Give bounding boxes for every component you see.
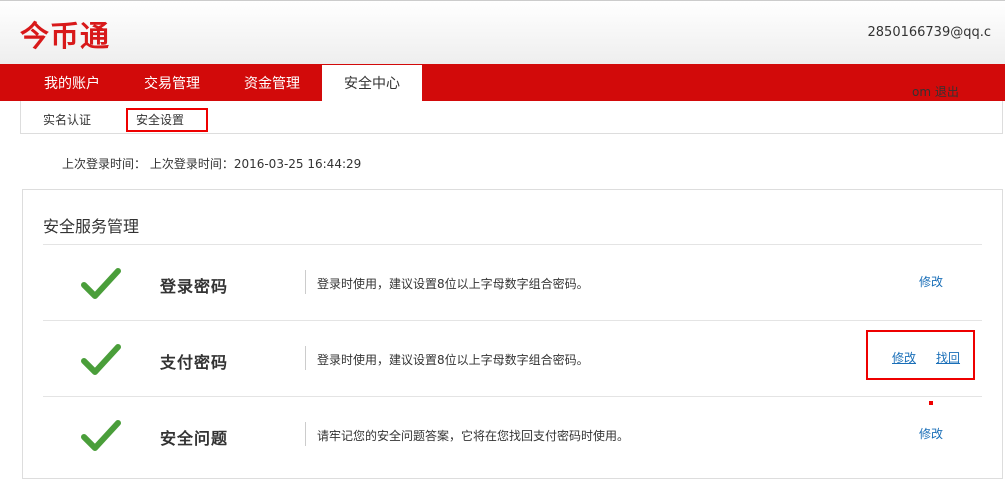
row-title: 安全问题 [160, 429, 229, 448]
row-divider [305, 270, 306, 294]
row-title: 登录密码 [160, 277, 229, 296]
modify-login-password-link[interactable]: 修改 [919, 273, 943, 290]
user-email[interactable]: 2850166739@qq.c [868, 25, 992, 40]
row-description: 登录时使用，建议设置8位以上字母数字组合密码。 [317, 277, 589, 291]
tab-security-center[interactable]: 安全中心 [322, 65, 422, 101]
annotation-box-payment-actions [866, 330, 975, 380]
modify-security-question-link[interactable]: 修改 [919, 425, 943, 442]
panel-title: 安全服务管理 [43, 217, 140, 236]
row-title: 支付密码 [160, 353, 229, 372]
security-row-security-question: 安全问题 请牢记您的安全问题答案，它将在您找回支付密码时使用。 修改 [43, 396, 982, 473]
row-divider [305, 422, 306, 446]
check-icon [81, 267, 121, 305]
row-description: 请牢记您的安全问题答案，它将在您找回支付密码时使用。 [317, 429, 630, 443]
row-divider [305, 346, 306, 370]
annotation-dot [929, 401, 933, 405]
row-description: 登录时使用，建议设置8位以上字母数字组合密码。 [317, 353, 589, 367]
main-nav: 我的账户 交易管理 资金管理 安全中心 [0, 64, 1005, 101]
security-row-payment-password: 支付密码 登录时使用，建议设置8位以上字母数字组合密码。 修改 找回 [43, 320, 982, 397]
tab-my-account[interactable]: 我的账户 [22, 64, 122, 101]
security-management-panel: 安全服务管理 登录密码 登录时使用，建议设置8位以上字母数字组合密码。 修改 支… [22, 189, 1003, 479]
subnav-real-name-verification[interactable]: 实名认证 [43, 111, 91, 128]
annotation-box-security-settings [126, 108, 208, 132]
top-header: 今币通 2850166739@qq.c [0, 0, 1005, 64]
brand-logo[interactable]: 今币通 [20, 13, 110, 55]
check-icon [81, 419, 121, 457]
logout-link[interactable]: om 退出 [912, 83, 959, 100]
security-row-login-password: 登录密码 登录时使用，建议设置8位以上字母数字组合密码。 修改 [43, 244, 982, 321]
tab-funds-management[interactable]: 资金管理 [222, 64, 322, 101]
last-login-time: 上次登录时间： 上次登录时间：2016-03-25 16:44:29 [62, 157, 362, 171]
tab-trade-management[interactable]: 交易管理 [122, 64, 222, 101]
check-icon [81, 343, 121, 381]
